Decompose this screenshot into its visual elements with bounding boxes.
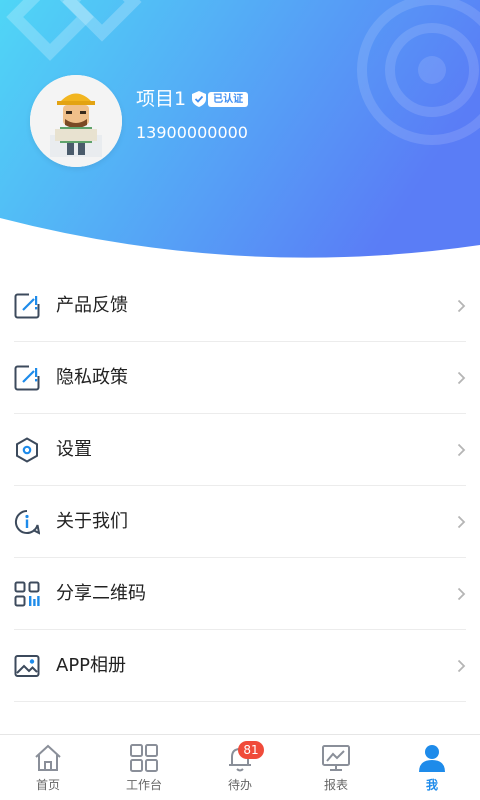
verified-badge: 已认证 — [192, 90, 249, 108]
tab-report[interactable]: 报表 — [288, 735, 384, 800]
report-icon — [322, 745, 350, 771]
profile-name: 项目1 — [136, 88, 187, 110]
chevron-right-icon — [457, 587, 466, 601]
menu-item-label: APP相册 — [56, 655, 127, 676]
home-icon — [35, 744, 61, 771]
tab-me[interactable]: 我 — [384, 735, 480, 800]
tab-label: 工作台 — [125, 778, 162, 792]
worker-avatar-icon — [30, 75, 122, 167]
todo-count-badge: 81 — [238, 741, 264, 759]
profile-header: 项目1 已认证 13900000000 — [0, 0, 480, 260]
profile-name-row: 项目1 已认证 — [136, 86, 249, 112]
chevron-right-icon — [457, 299, 466, 313]
menu-item-album[interactable]: APP相册 — [0, 630, 480, 702]
menu-item-about[interactable]: 关于我们 — [0, 486, 480, 558]
album-icon — [14, 655, 40, 677]
chevron-right-icon — [457, 371, 466, 385]
profile-page: 项目1 已认证 13900000000 产品反馈 隐私政策 设置 关于我们 分享… — [0, 0, 480, 800]
info-icon — [14, 509, 40, 535]
tab-label: 待办 — [227, 778, 252, 792]
divider — [14, 701, 466, 702]
workbench-icon — [130, 744, 158, 772]
menu-item-label: 产品反馈 — [56, 295, 128, 316]
user-icon — [419, 745, 445, 772]
menu-item-privacy[interactable]: 隐私政策 — [0, 342, 480, 414]
tab-label: 报表 — [323, 778, 348, 792]
tab-label: 首页 — [35, 778, 60, 792]
menu-item-label: 设置 — [56, 439, 92, 460]
bottom-tab-bar: 首页 工作台 81 待办 报表 我 — [0, 734, 480, 800]
chevron-right-icon — [457, 659, 466, 673]
tab-todo[interactable]: 81 待办 — [192, 735, 288, 800]
chevron-right-icon — [457, 515, 466, 529]
privacy-icon — [14, 365, 40, 391]
chevron-right-icon — [457, 443, 466, 457]
menu-item-label: 关于我们 — [56, 511, 128, 532]
tab-workbench[interactable]: 工作台 — [96, 735, 192, 800]
menu-item-label: 分享二维码 — [56, 583, 146, 604]
settings-menu: 产品反馈 隐私政策 设置 关于我们 分享二维码 APP相册 — [0, 270, 480, 702]
qrcode-icon — [14, 581, 40, 607]
verified-label: 已认证 — [208, 91, 249, 107]
menu-item-feedback[interactable]: 产品反馈 — [0, 270, 480, 342]
tab-home[interactable]: 首页 — [0, 735, 96, 800]
verified-shield-icon — [192, 91, 207, 107]
settings-icon — [16, 437, 38, 463]
phone-number: 13900000000 — [136, 123, 248, 142]
menu-item-share-qrcode[interactable]: 分享二维码 — [0, 558, 480, 630]
feedback-icon — [14, 293, 40, 319]
menu-item-settings[interactable]: 设置 — [0, 414, 480, 486]
menu-item-label: 隐私政策 — [56, 367, 128, 388]
tab-label: 我 — [425, 778, 438, 792]
avatar[interactable] — [30, 75, 122, 167]
